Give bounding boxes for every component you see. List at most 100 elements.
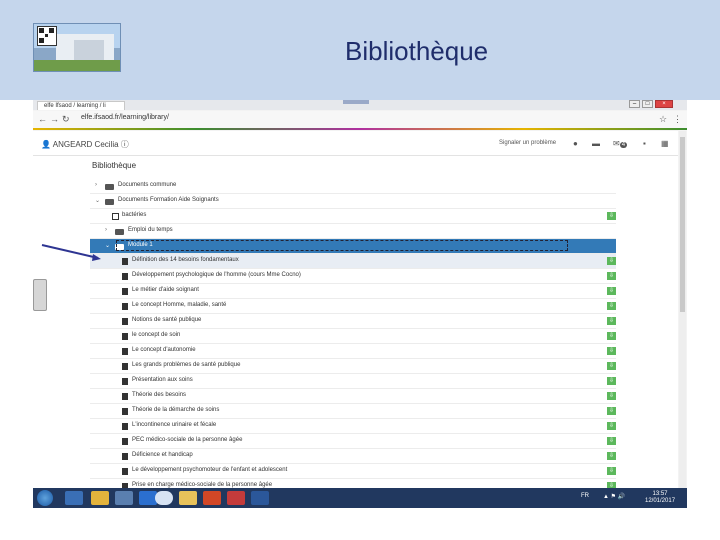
document-icon: [122, 438, 128, 445]
back-icon[interactable]: ←: [38, 114, 47, 124]
document-row[interactable]: le concept de soin ⇩: [90, 329, 616, 344]
document-row[interactable]: Théorie des besoins ⇩: [90, 389, 616, 404]
download-icon[interactable]: ⇩: [607, 467, 616, 475]
row-label: L'incontinence urinaire et fécale: [132, 422, 217, 428]
chrome-icon[interactable]: [155, 491, 173, 505]
folder-app-icon[interactable]: [179, 491, 197, 505]
focus-outline: [116, 240, 568, 251]
document-row[interactable]: Présentation aux soins ⇩: [90, 374, 616, 389]
download-icon[interactable]: ⇩: [607, 287, 616, 295]
folder-icon[interactable]: ▬: [592, 139, 600, 148]
user-menu-icon[interactable]: ▪: [643, 139, 646, 148]
explorer-icon[interactable]: [91, 491, 109, 505]
download-icon[interactable]: ⇩: [607, 377, 616, 385]
library-panel: Bibliothèque › Documents commune ⌄ Document…: [33, 156, 678, 494]
document-icon: [122, 423, 128, 430]
row-label: PEC médico-sociale de la personne âgée: [132, 437, 243, 443]
close-window-button[interactable]: ×: [655, 100, 673, 108]
document-icon: [122, 393, 128, 400]
apps-grid-icon[interactable]: ▦: [661, 139, 669, 148]
download-icon[interactable]: ⇩: [607, 332, 616, 340]
document-row[interactable]: Le développement psychomoteur de l'enfan…: [90, 464, 616, 479]
document-row[interactable]: Notions de santé publique ⇩: [90, 314, 616, 329]
row-label: Le concept d'autonomie: [132, 347, 196, 353]
start-button[interactable]: [37, 490, 53, 506]
report-problem-link[interactable]: Signaler un problème: [499, 140, 556, 146]
row-label: Théorie de la démarche de soins: [132, 407, 220, 413]
acrobat-icon[interactable]: [227, 491, 245, 505]
document-row[interactable]: L'incontinence urinaire et fécale ⇩: [90, 419, 616, 434]
user-name[interactable]: 👤 ANGEARD Cecilia ⓘ: [41, 139, 129, 150]
download-icon[interactable]: ⇩: [607, 272, 616, 280]
row-label: Développement psychologique de l'homme (…: [132, 272, 301, 278]
ie-icon[interactable]: [65, 491, 83, 505]
download-icon[interactable]: ⇩: [607, 317, 616, 325]
minimize-button[interactable]: –: [629, 100, 640, 108]
chevron-down-icon[interactable]: ⌄: [105, 242, 110, 249]
url-field[interactable]: elfe.ifsaod.fr/learning/library/: [81, 114, 169, 121]
scrollbar-thumb[interactable]: [680, 137, 685, 312]
document-row[interactable]: Le concept d'autonomie ⇩: [90, 344, 616, 359]
document-row[interactable]: Déficience et handicap ⇩: [90, 449, 616, 464]
folder-row[interactable]: › Documents commune: [90, 179, 616, 194]
powerpoint-icon[interactable]: [203, 491, 221, 505]
row-label: Documents commune: [118, 182, 177, 188]
tray-icons[interactable]: ▲ ⚑ 🔊: [603, 493, 625, 500]
row-label: Les grands problèmes de santé publique: [132, 362, 241, 368]
download-icon[interactable]: ⇩: [607, 362, 616, 370]
download-icon[interactable]: ⇩: [607, 302, 616, 310]
download-icon[interactable]: ⇩: [607, 452, 616, 460]
document-row[interactable]: Définition des 14 besoins fondamentaux ⇩: [90, 254, 616, 269]
scrollbar[interactable]: [679, 131, 686, 488]
maximize-button[interactable]: □: [642, 100, 653, 108]
document-icon: [122, 303, 128, 310]
folder-row[interactable]: › Emploi du temps: [90, 224, 616, 239]
document-row[interactable]: Le métier d'aide soignant ⇩: [90, 284, 616, 299]
document-row[interactable]: Théorie de la démarche de soins ⇩: [90, 404, 616, 419]
chevron-right-icon[interactable]: ›: [105, 227, 107, 233]
slide-header: Bibliothèque: [0, 0, 720, 100]
download-icon[interactable]: ⇩: [607, 392, 616, 400]
list-item[interactable]: bactéries ⇩: [90, 209, 616, 224]
download-icon[interactable]: ⇩: [607, 407, 616, 415]
document-icon: [122, 288, 128, 295]
document-icon: [122, 273, 128, 280]
browser-tab-strip: elfe Ifsaod / learning / li – □ ×: [33, 100, 687, 110]
document-icon: [122, 333, 128, 340]
row-label: Théorie des besoins: [132, 392, 187, 398]
document-icon: [122, 408, 128, 415]
browser-tab[interactable]: elfe Ifsaod / learning / li: [37, 101, 125, 110]
download-icon[interactable]: ⇩: [607, 212, 616, 220]
download-icon[interactable]: ⇩: [607, 257, 616, 265]
document-row[interactable]: Développement psychologique de l'homme (…: [90, 269, 616, 284]
info-circle-icon[interactable]: ●: [573, 139, 578, 148]
browser-screenshot: elfe Ifsaod / learning / li – □ × ← → ↻ …: [33, 100, 687, 508]
slide-title: Bibliothèque: [345, 36, 489, 66]
app-header: 👤 ANGEARD Cecilia ⓘ Signaler un problème…: [33, 131, 678, 156]
chevron-right-icon[interactable]: ›: [95, 182, 97, 188]
folder-row[interactable]: ⌄ Documents Formation Aide Soignants: [90, 194, 616, 209]
document-row[interactable]: Le concept Homme, maladie, santé ⇩: [90, 299, 616, 314]
folder-row[interactable]: ⌄ Module 1: [90, 239, 616, 254]
document-row[interactable]: Les grands problèmes de santé publique ⇩: [90, 359, 616, 374]
document-row[interactable]: PEC médico-sociale de la personne âgée ⇩: [90, 434, 616, 449]
reload-icon[interactable]: ↻: [62, 114, 70, 125]
language-indicator[interactable]: FR: [581, 493, 589, 499]
document-icon: [122, 468, 128, 475]
mail-icon[interactable]: ✉ 4: [613, 139, 628, 148]
row-label: Documents Formation Aide Soignants: [118, 197, 219, 203]
media-player-icon[interactable]: [115, 491, 133, 505]
bookmark-star-icon[interactable]: ☆: [659, 114, 667, 125]
download-icon[interactable]: ⇩: [607, 422, 616, 430]
forward-icon[interactable]: →: [50, 114, 59, 124]
chevron-down-icon[interactable]: ⌄: [95, 197, 100, 204]
document-icon: [122, 453, 128, 460]
download-icon[interactable]: ⇩: [607, 437, 616, 445]
user-icon: 👤: [41, 140, 53, 149]
word-icon[interactable]: [251, 491, 269, 505]
download-icon[interactable]: ⇩: [607, 347, 616, 355]
document-icon: [122, 318, 128, 325]
clock[interactable]: 13:57 12/01/2017: [645, 491, 675, 505]
browser-menu-icon[interactable]: ⋮: [673, 114, 682, 125]
document-icon: [122, 258, 128, 265]
